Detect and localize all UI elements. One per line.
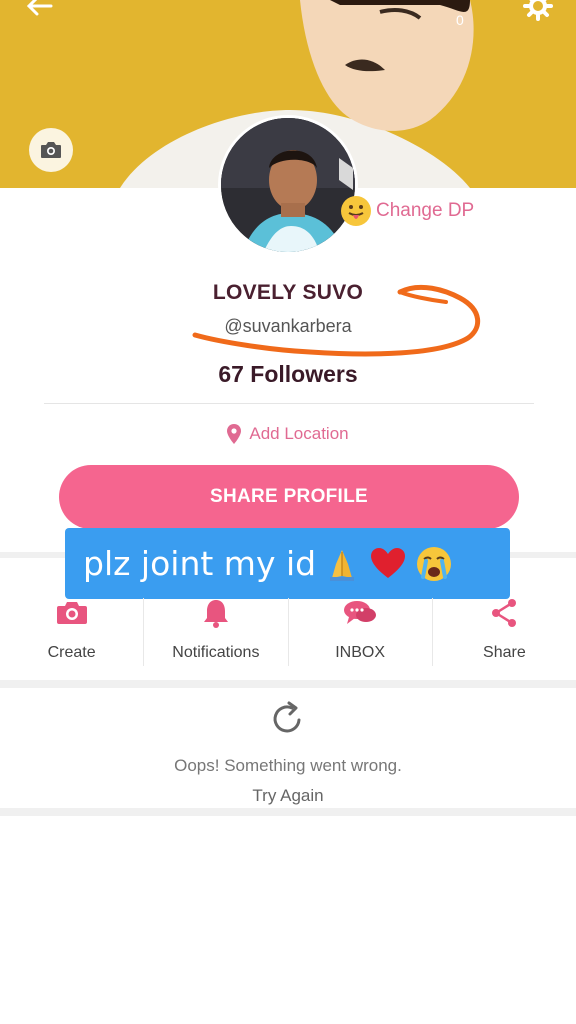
settings-button[interactable] xyxy=(518,0,558,24)
share-label: Share xyxy=(483,644,526,661)
section-separator xyxy=(0,680,576,688)
coin-count: 0 xyxy=(456,12,464,28)
share-button[interactable]: Share xyxy=(433,598,576,666)
profile-avatar[interactable] xyxy=(218,115,358,255)
camera-icon xyxy=(56,602,87,624)
try-again-link[interactable]: Try Again xyxy=(252,786,323,806)
location-pin-icon xyxy=(227,424,242,444)
add-location-button[interactable]: Add Location xyxy=(0,424,576,444)
error-state: Oops! Something went wrong. Try Again xyxy=(0,700,576,806)
create-button[interactable]: Create xyxy=(0,598,145,666)
change-dp-button[interactable]: Change DP xyxy=(340,195,474,227)
avatar-image xyxy=(221,118,355,252)
error-message: Oops! Something went wrong. xyxy=(174,756,402,775)
refresh-icon[interactable] xyxy=(271,700,305,736)
caption-overlay: plz joint my id xyxy=(65,528,510,599)
back-button[interactable] xyxy=(18,0,62,22)
share-icon xyxy=(492,599,517,627)
arrow-left-icon xyxy=(26,0,53,16)
create-label: Create xyxy=(47,644,96,661)
inbox-label: INBOX xyxy=(335,644,386,661)
bell-icon xyxy=(203,600,228,628)
folded-hands-emoji-icon xyxy=(330,549,355,581)
add-location-label: Add Location xyxy=(249,424,349,443)
change-cover-button[interactable] xyxy=(29,128,73,172)
tongue-emoji-icon xyxy=(341,196,371,226)
notifications-label: Notifications xyxy=(172,644,260,661)
gear-icon xyxy=(523,0,553,21)
share-profile-label: SHARE PROFILE xyxy=(209,486,369,507)
profile-actions: Create Notifications INBOX Share xyxy=(0,598,576,666)
camera-icon xyxy=(41,142,61,158)
share-profile-button[interactable]: SHARE PROFILE xyxy=(59,465,519,529)
caption-text: plz joint my id xyxy=(83,544,317,583)
orange-annotation-scribble xyxy=(192,284,480,357)
notifications-button[interactable]: Notifications xyxy=(144,598,289,666)
red-heart-emoji-icon xyxy=(371,547,406,578)
divider xyxy=(44,403,534,404)
followers-count[interactable]: 67 Followers xyxy=(0,361,576,388)
crying-face-emoji-icon xyxy=(417,546,452,581)
inbox-button[interactable]: INBOX xyxy=(289,598,433,666)
chat-icon xyxy=(344,601,377,624)
section-separator xyxy=(0,808,576,816)
change-dp-label: Change DP xyxy=(376,200,475,221)
